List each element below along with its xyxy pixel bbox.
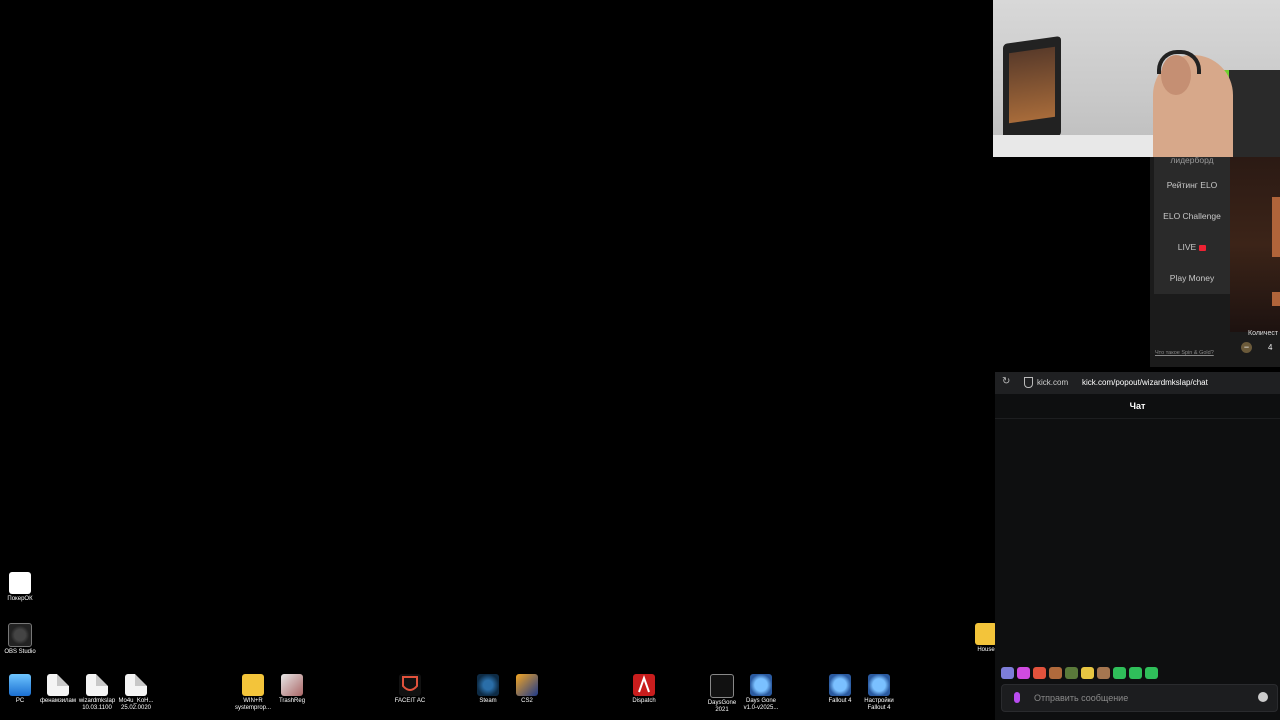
quantity-decrease-button[interactable]: − [1241, 342, 1252, 353]
trashreg-icon [281, 674, 303, 696]
spin-gold-info-link[interactable]: Что такое Spin & Gold? [1155, 350, 1214, 356]
fallout-icon [829, 674, 851, 696]
menu-item-live[interactable]: LIVE [1154, 242, 1230, 252]
webcam-overlay [993, 0, 1280, 157]
desktop-icon-daysgone-v1[interactable]: Days Gone v1.0-v2025... [741, 674, 781, 712]
browser-url-bar[interactable]: ↻ kick.com kick.com/popout/wizardmkslap/… [995, 372, 1280, 394]
folder-icon [242, 674, 264, 696]
shield-icon[interactable] [1024, 377, 1033, 388]
reload-icon[interactable]: ↻ [1002, 376, 1010, 387]
desktop-icon-label: Dispatch [632, 698, 656, 704]
document-icon [125, 674, 147, 696]
emote-icon[interactable] [1049, 666, 1062, 679]
desktop-icon-label: ПокерОК [7, 596, 33, 602]
emoji-icon[interactable] [1258, 692, 1268, 702]
desktop-icon-pc[interactable]: PC [0, 674, 40, 705]
poker-client-menu: лидерборд Рейтинг ELO ELO Challenge LIVE… [1150, 155, 1280, 367]
emote-icon[interactable] [1145, 666, 1158, 679]
desktop-icon-obs-studio[interactable]: OBS Studio [0, 623, 40, 656]
pc-icon [9, 674, 31, 696]
desktop-icon-document[interactable]: wizardmkslap 10.03.1100 [77, 674, 117, 712]
desktop-icon-daysgone[interactable]: DaysGone 2021 [702, 674, 742, 714]
desktop-icon-folder[interactable]: WIN+R systemprop... [233, 674, 273, 712]
emote-bar [1001, 664, 1201, 679]
desktop-icon-label: CS2 [521, 698, 533, 704]
document-icon [86, 674, 108, 696]
chat-message-input[interactable]: Отправить сообщение [1001, 684, 1278, 712]
document-icon [47, 674, 69, 696]
fallout-icon [868, 674, 890, 696]
site-name: kick.com [1037, 378, 1069, 387]
daysgone-icon [750, 674, 772, 696]
dispatch-icon [633, 674, 655, 696]
desktop-icon-label: Mo4u_KoH... 25.02.0020 [118, 698, 154, 711]
desktop-icon-label: Days Gone v1.0-v2025... [743, 698, 779, 711]
youtube-icon [1199, 244, 1207, 251]
emote-icon[interactable] [1017, 666, 1030, 679]
desktop-icon-label: OBS Studio [4, 649, 36, 655]
folder-icon [975, 623, 997, 645]
desktop-icon-trashreg[interactable]: TrashReg [272, 674, 312, 705]
desktop-icon-label: PC [15, 698, 25, 704]
chat-input-placeholder: Отправить сообщение [1034, 693, 1129, 703]
microphone-icon[interactable] [1014, 692, 1020, 703]
desktop-icon-label: WIN+R systemprop... [234, 698, 271, 711]
obs-icon [8, 623, 32, 647]
desktop-icon-label: wizardmkslap 10.03.1100 [78, 698, 116, 711]
desktop-icon-document[interactable]: Mo4u_KoH... 25.02.0020 [116, 674, 156, 712]
daysgone-icon [710, 674, 734, 698]
desktop-icon-label: Fallout 4 [828, 698, 852, 704]
faceit-icon [399, 674, 421, 696]
menu-item-elo-rating[interactable]: Рейтинг ELO [1154, 180, 1230, 190]
emote-icon[interactable] [1081, 666, 1094, 679]
headset-icon [1157, 50, 1201, 74]
desktop-icon-fallout4[interactable]: Fallout 4 [820, 674, 860, 705]
quantity-value: 4 [1268, 343, 1273, 352]
pokerok-icon [9, 572, 31, 594]
emote-icon[interactable] [1097, 666, 1110, 679]
menu-item-play-money[interactable]: Play Money [1154, 273, 1230, 283]
desktop-icon-dispatch[interactable]: Dispatch [624, 674, 664, 705]
emote-icon[interactable] [1001, 666, 1014, 679]
desktop-icon-steam[interactable]: Steam [468, 674, 508, 705]
desktop-icon-fallout4-settings[interactable]: Настройки Fallout 4 [859, 674, 899, 712]
game-banner-art [1230, 157, 1280, 332]
desktop-icon-cs2[interactable]: CS2 [507, 674, 547, 705]
desktop-icon-label: Steam [479, 698, 497, 704]
desktop-icon-label: DaysGone 2021 [707, 700, 737, 713]
desktop-icon-label: Настройки Fallout 4 [864, 698, 894, 711]
desktop-icon-pokerok[interactable]: ПокерОК [0, 572, 40, 603]
chat-popout-window: ↻ kick.com kick.com/popout/wizardmkslap/… [995, 372, 1280, 720]
page-url[interactable]: kick.com/popout/wizardmkslap/chat [1082, 378, 1208, 387]
steam-icon [477, 674, 499, 696]
desktop-icon-label: TrashReg [278, 698, 306, 704]
desktop-icon-label: FACEIT AC [394, 698, 426, 704]
chat-title: Чат [995, 394, 1280, 419]
menu-item-leaderboard[interactable]: лидерборд [1154, 155, 1230, 165]
webcam-monitor [1003, 35, 1061, 145]
emote-icon[interactable] [1033, 666, 1046, 679]
cs2-icon [516, 674, 538, 696]
emote-icon[interactable] [1113, 666, 1126, 679]
menu-item-live-label: LIVE [1177, 242, 1197, 252]
emote-icon[interactable] [1065, 666, 1078, 679]
emote-icon[interactable] [1129, 666, 1142, 679]
desktop-icon-label: фенамзилам [39, 698, 77, 704]
desktop-icon-faceit[interactable]: FACEIT AC [390, 674, 430, 705]
quantity-label: Количест [1248, 330, 1279, 337]
menu-item-elo-challenge[interactable]: ELO Challenge [1154, 211, 1230, 221]
desktop-icon-document[interactable]: фенамзилам [38, 674, 78, 705]
